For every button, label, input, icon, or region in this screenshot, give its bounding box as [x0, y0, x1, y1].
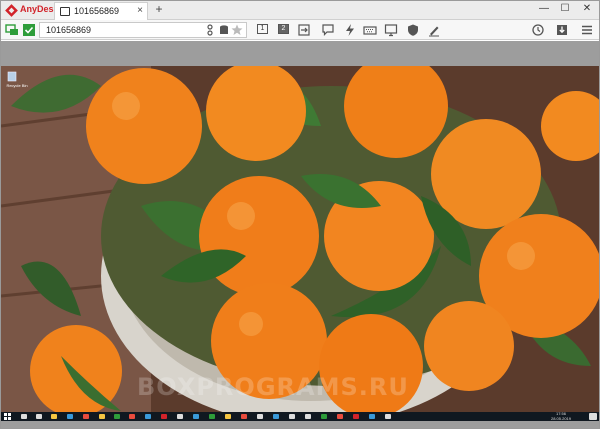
remote-desktop[interactable]: Recycle Bin BOXPROGRAMS.RU: [1, 66, 599, 412]
switch-sides-icon[interactable]: [297, 23, 311, 37]
taskbar-date: 28.05.2019: [550, 415, 571, 421]
anydesk-logo-icon: [5, 4, 18, 17]
session-tab-label: 101656869: [74, 6, 120, 16]
notifications-icon[interactable]: [589, 413, 597, 420]
remote-session-view[interactable]: Recycle Bin BOXPROGRAMS.RU 17:56 28.05.2…: [1, 41, 599, 428]
display-icon[interactable]: [384, 23, 398, 37]
maximize-button[interactable]: ☐: [557, 3, 573, 14]
new-tab-button[interactable]: +: [152, 2, 166, 16]
app-name: AnyDesk: [20, 4, 59, 14]
menu-icon[interactable]: [580, 23, 594, 37]
windows-start-icon[interactable]: [4, 413, 11, 420]
recycle-bin-desktop-icon[interactable]: Recycle Bin: [6, 70, 28, 88]
remote-taskbar: 17:56 28.05.2019: [1, 411, 599, 421]
actions-icon[interactable]: [343, 23, 357, 37]
task-view-taskbar-icon[interactable]: [36, 414, 42, 419]
app-taskbar-icon[interactable]: [353, 414, 359, 419]
folder-taskbar-icon[interactable]: [99, 414, 105, 419]
accept-icon[interactable]: [22, 23, 36, 37]
app-taskbar-icon[interactable]: [305, 414, 311, 419]
chat-icon[interactable]: [321, 23, 335, 37]
edge-taskbar-icon[interactable]: [67, 414, 73, 419]
minimize-button[interactable]: —: [536, 3, 552, 14]
recycle-bin-icon: [7, 71, 17, 82]
history-icon[interactable]: [531, 23, 545, 37]
app-taskbar-icon[interactable]: [257, 414, 263, 419]
monitor-2-button[interactable]: 2: [278, 24, 289, 34]
tab-close-button[interactable]: ×: [137, 5, 143, 16]
app-taskbar-icon[interactable]: [114, 414, 120, 419]
close-window-button[interactable]: ✕: [579, 3, 595, 14]
address-toolbar: 101656869 1 2: [1, 20, 599, 40]
keyboard-icon[interactable]: [363, 23, 377, 37]
explorer-taskbar-icon[interactable]: [51, 414, 57, 419]
anydesk-window: AnyDesk 101656869 × + — ☐ ✕ 101656869 1 …: [0, 0, 600, 429]
app-taskbar-icon[interactable]: [225, 414, 231, 419]
app-taskbar-icon[interactable]: [321, 414, 327, 419]
connected-status-icon[interactable]: [5, 23, 19, 37]
recycle-bin-label: Recycle Bin: [6, 83, 28, 88]
app-taskbar-icon[interactable]: [289, 414, 295, 419]
app-taskbar-icon[interactable]: [273, 414, 279, 419]
app-taskbar-icon[interactable]: [193, 414, 199, 419]
search-taskbar-icon[interactable]: [21, 414, 27, 419]
app-taskbar-icon[interactable]: [241, 414, 247, 419]
app-taskbar-icon[interactable]: [161, 414, 167, 419]
app-taskbar-icon[interactable]: [129, 414, 135, 419]
app-taskbar-icon[interactable]: [83, 414, 89, 419]
address-value: 101656869: [46, 25, 92, 35]
favorite-icon[interactable]: [230, 23, 244, 37]
watermark: BOXPROGRAMS.RU: [137, 373, 409, 401]
monitor-1-button[interactable]: 1: [257, 24, 268, 34]
storage-icon[interactable]: [217, 23, 231, 37]
monitor-icon: [60, 7, 70, 16]
app-taskbar-icon[interactable]: [145, 414, 151, 419]
whiteboard-icon[interactable]: [427, 23, 441, 37]
app-taskbar-icon[interactable]: [337, 414, 343, 419]
app-taskbar-icon[interactable]: [209, 414, 215, 419]
title-bar: AnyDesk 101656869 × + — ☐ ✕: [1, 1, 599, 20]
app-taskbar-icon[interactable]: [177, 414, 183, 419]
permissions-icon[interactable]: [406, 23, 420, 37]
install-icon[interactable]: [555, 23, 569, 37]
taskbar-clock[interactable]: 17:56 28.05.2019: [550, 411, 571, 421]
app-taskbar-icon[interactable]: [385, 414, 391, 419]
app-taskbar-icon[interactable]: [369, 414, 375, 419]
session-tab[interactable]: 101656869 ×: [54, 2, 148, 20]
wallpaper-image: [1, 66, 599, 412]
